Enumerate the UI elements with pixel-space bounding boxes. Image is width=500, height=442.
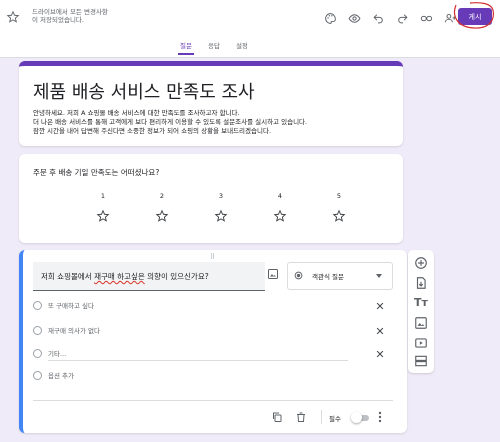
form-description-line2: 더 나은 배송 서비스를 통해 고객에게 보다 편리하게 이용할 수 있도록 설… [33,118,308,126]
add-option[interactable]: 옵션 추가 [33,370,74,380]
undo-icon[interactable] [366,10,390,26]
option-label[interactable]: 또 구매하고 싶다 [48,300,94,310]
option-item[interactable]: 기타... [33,348,348,361]
floating-toolbar: Tт [408,250,434,373]
redo-icon[interactable] [390,10,414,26]
radio-icon [33,348,42,358]
tab-settings[interactable]: 설정 [234,40,250,55]
rating-option-2[interactable]: 2 [150,192,174,223]
spellcheck-text: 재구매 하고싶은 [94,272,145,281]
rating-number: 4 [277,192,283,200]
question-title-part: 저희 쇼핑몰에서 [41,272,95,281]
close-icon[interactable] [375,301,385,311]
rating-number: 2 [159,192,165,200]
question-type-dropdown[interactable]: 객관식 질문 [287,262,393,290]
radio-icon [33,370,42,380]
star-icon[interactable] [273,209,287,223]
chevron-down-icon [376,274,382,278]
rating-scale: 1 2 3 4 5 [91,192,351,223]
star-icon[interactable] [155,209,169,223]
option-item[interactable]: 또 구매하고 싶다 [33,300,94,310]
question-title: 주문 후 배송 기일 만족도는 어떠셨나요? [33,168,160,177]
footer-divider [33,400,393,401]
preview-eye-icon[interactable] [342,10,366,26]
question-title-part: 의향이 있으신가요? [144,272,209,281]
tab-bar: 질문 응답 설정 [178,40,250,55]
rating-option-1[interactable]: 1 [91,192,115,223]
option-underline [48,360,348,361]
question-title: 저희 쇼핑몰에서 재구매 하고싶은 의향이 있으신가요? [41,271,209,282]
link-icon[interactable] [414,10,438,26]
radio-icon [33,325,42,335]
more-vert-icon[interactable] [378,411,382,423]
form-description-line1: 안녕하세요. 저희 A 쇼핑몰 배송 서비스에 대한 만족도를 조사하고자 합니… [33,109,240,117]
close-icon[interactable] [375,326,385,336]
toolbar [318,10,462,26]
add-option-label[interactable]: 옵션 추가 [48,370,74,380]
option-item[interactable]: 재구매 의사가 없다 [33,325,100,335]
star-icon[interactable] [214,209,228,223]
add-image-icon[interactable] [267,268,279,280]
save-status-line2: 이 저장되었습니다. [32,16,84,24]
import-questions-icon[interactable] [414,276,428,290]
option-label[interactable]: 기타... [48,348,66,358]
footer-separator [321,410,322,424]
tab-responses[interactable]: 응답 [206,40,222,55]
radio-button-icon [294,271,303,280]
radio-icon [33,300,42,310]
palette-icon[interactable] [318,10,342,26]
drag-handle-icon[interactable]: ⠿ [210,253,216,261]
star-icon[interactable] [6,10,20,24]
add-image-icon[interactable] [414,316,428,330]
top-bar: 드라이브에서 모든 변경사항 이 저장되었습니다. 게시 질문 응답 설정 [0,0,500,58]
question-card-rating[interactable]: 주문 후 배송 기일 만족도는 어떠셨나요? 1 2 3 4 5 [19,154,403,243]
add-section-icon[interactable] [414,354,428,368]
form-header-card[interactable]: 제품 배송 서비스 만족도 조사 안녕하세요. 저희 A 쇼핑몰 배송 서비스에… [19,61,403,146]
form-description[interactable]: 안녕하세요. 저희 A 쇼핑몰 배송 서비스에 대한 만족도를 조사하고자 합니… [33,109,393,136]
star-icon[interactable] [332,209,346,223]
rating-number: 1 [100,192,106,200]
delete-icon[interactable] [295,411,307,423]
form-description-line3: 잠깐 시간을 내어 답변해 주신다면 소중한 정보가 되어 쇼핑의 상황을 보내… [33,127,272,135]
rating-number: 3 [218,192,224,200]
duplicate-icon[interactable] [271,411,283,423]
toggle-knob[interactable] [351,412,362,423]
tab-questions[interactable]: 질문 [178,40,194,55]
question-card-multiple-choice[interactable]: ⠿ 저희 쇼핑몰에서 재구매 하고싶은 의향이 있으신가요? 객관식 질문 또 … [19,250,407,433]
rating-option-4[interactable]: 4 [268,192,292,223]
save-status-line1: 드라이브에서 모든 변경사항 [32,8,108,16]
annotation-circle [453,2,495,29]
required-label: 필수 [329,415,341,423]
rating-option-3[interactable]: 3 [209,192,233,223]
rating-number: 5 [336,192,342,200]
star-icon[interactable] [96,209,110,223]
add-video-icon[interactable] [414,336,428,350]
question-title-field[interactable]: 저희 쇼핑몰에서 재구매 하고싶은 의향이 있으신가요? [33,262,265,291]
add-title-icon[interactable]: Tт [414,296,428,310]
add-question-icon[interactable] [414,256,428,270]
close-icon[interactable] [375,349,385,359]
question-type-label: 객관식 질문 [312,273,344,281]
rating-option-5[interactable]: 5 [327,192,351,223]
save-status: 드라이브에서 모든 변경사항 이 저장되었습니다. [32,8,108,24]
option-label[interactable]: 재구매 의사가 없다 [48,325,100,335]
form-title[interactable]: 제품 배송 서비스 만족도 조사 [33,78,255,104]
